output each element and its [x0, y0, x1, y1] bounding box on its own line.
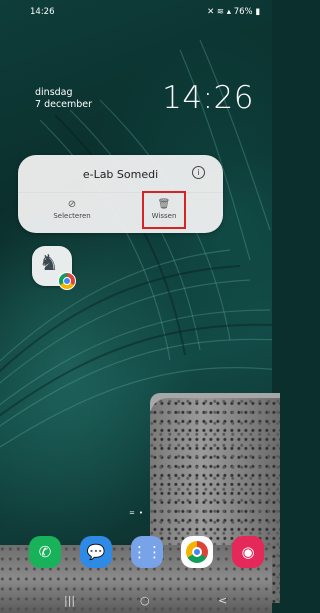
status-time: 14:26	[30, 7, 55, 17]
chrome-logo-icon	[186, 541, 208, 563]
select-label: Selecteren	[53, 212, 91, 220]
messages-app-icon[interactable]: 💬	[80, 536, 112, 568]
select-button[interactable]: ⊘ Selecteren	[42, 198, 102, 220]
battery-level: 76%	[233, 7, 253, 17]
status-bar: 14:26 ✕ ≋ ▴ 76% ▮	[0, 0, 272, 22]
battery-icon: ▮	[255, 7, 260, 17]
status-icons: ✕ ≋ ▴ 76% ▮	[207, 7, 260, 17]
chess-knight-icon: ♞	[39, 251, 59, 276]
apps-folder-icon[interactable]: ⋮⋮	[131, 536, 163, 568]
navigation-bar: ||| ○ <	[0, 589, 272, 613]
wifi-icon: ≋	[216, 7, 225, 17]
dock: ✆ 💬 ⋮⋮ ◉	[0, 536, 272, 570]
highlight-box	[142, 191, 186, 229]
chrome-badge-icon	[58, 272, 76, 290]
popup-divider	[18, 192, 223, 193]
signal-icon: ▴	[226, 7, 231, 17]
chrome-app-icon[interactable]	[181, 536, 213, 568]
clock-widget[interactable]: 14:26	[162, 80, 254, 116]
back-button[interactable]: <	[218, 594, 227, 607]
recents-button[interactable]: |||	[64, 594, 75, 607]
date-label: 7 december	[35, 99, 93, 110]
mute-icon: ✕	[207, 7, 215, 17]
info-icon[interactable]: i	[192, 166, 205, 179]
camera-app-icon[interactable]: ◉	[232, 536, 264, 568]
page-indicator: =•	[129, 509, 147, 517]
chess-app-icon[interactable]: ♞	[32, 246, 76, 290]
app-context-menu: e-Lab Somedi i ⊘ Selecteren 🗑 Wissen	[18, 155, 223, 233]
check-circle-icon: ⊘	[67, 199, 77, 210]
phone-app-icon[interactable]: ✆	[29, 536, 61, 568]
day-label: dinsdag	[35, 87, 73, 98]
date-widget[interactable]: dinsdag 7 december	[35, 87, 92, 111]
home-button[interactable]: ○	[140, 594, 150, 607]
